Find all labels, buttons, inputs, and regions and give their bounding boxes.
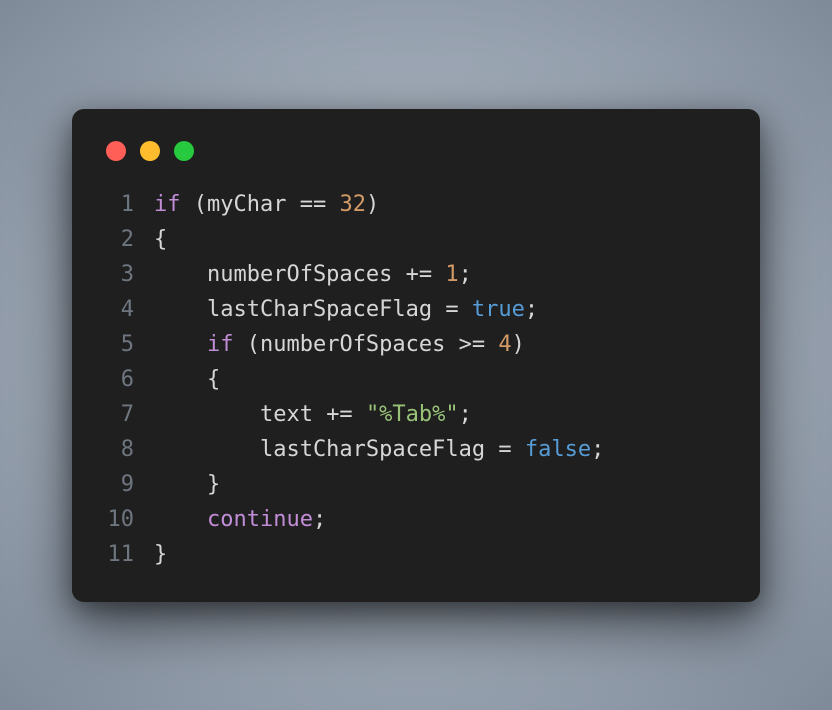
code-line: 8 lastCharSpaceFlag = false; bbox=[102, 432, 730, 467]
code-line: 5 if (numberOfSpaces >= 4) bbox=[102, 327, 730, 362]
code-token: if bbox=[154, 192, 181, 217]
line-number: 8 bbox=[102, 432, 154, 467]
code-line: 2{ bbox=[102, 222, 730, 257]
line-number: 1 bbox=[102, 187, 154, 222]
minimize-icon[interactable] bbox=[140, 141, 160, 161]
line-content: if (numberOfSpaces >= 4) bbox=[154, 327, 730, 362]
line-content: lastCharSpaceFlag = false; bbox=[154, 432, 730, 467]
code-token: continue bbox=[207, 507, 313, 532]
code-token: += bbox=[326, 402, 353, 427]
line-content: } bbox=[154, 537, 730, 572]
code-token: ) bbox=[512, 332, 525, 357]
code-token bbox=[512, 437, 525, 462]
code-token bbox=[154, 507, 207, 532]
code-token: 1 bbox=[445, 262, 458, 287]
code-token: { bbox=[154, 367, 220, 392]
code-token: (myChar bbox=[181, 192, 300, 217]
code-token: = bbox=[498, 437, 511, 462]
code-token: ; bbox=[459, 262, 472, 287]
code-token: ; bbox=[525, 297, 538, 322]
code-line: 9 } bbox=[102, 467, 730, 502]
code-token bbox=[459, 297, 472, 322]
code-token: true bbox=[472, 297, 525, 322]
code-line: 1if (myChar == 32) bbox=[102, 187, 730, 222]
code-token: { bbox=[154, 227, 167, 252]
code-token: 4 bbox=[498, 332, 511, 357]
code-line: 6 { bbox=[102, 362, 730, 397]
line-number: 3 bbox=[102, 257, 154, 292]
code-block: 1if (myChar == 32)2{3 numberOfSpaces += … bbox=[102, 187, 730, 572]
code-line: 3 numberOfSpaces += 1; bbox=[102, 257, 730, 292]
code-token bbox=[154, 332, 207, 357]
code-token: lastCharSpaceFlag bbox=[154, 437, 498, 462]
code-line: 7 text += "%Tab%"; bbox=[102, 397, 730, 432]
code-token: } bbox=[154, 542, 167, 567]
code-token: false bbox=[525, 437, 591, 462]
code-token: numberOfSpaces bbox=[154, 262, 406, 287]
code-line: 4 lastCharSpaceFlag = true; bbox=[102, 292, 730, 327]
line-number: 4 bbox=[102, 292, 154, 327]
code-token: text bbox=[154, 402, 326, 427]
line-number: 9 bbox=[102, 467, 154, 502]
code-window: 1if (myChar == 32)2{3 numberOfSpaces += … bbox=[72, 109, 760, 602]
code-token: 32 bbox=[339, 192, 366, 217]
line-content: if (myChar == 32) bbox=[154, 187, 730, 222]
code-token: = bbox=[445, 297, 458, 322]
code-line: 10 continue; bbox=[102, 502, 730, 537]
line-content: lastCharSpaceFlag = true; bbox=[154, 292, 730, 327]
code-token: ) bbox=[366, 192, 379, 217]
code-token bbox=[326, 192, 339, 217]
line-number: 10 bbox=[102, 502, 154, 537]
line-number: 7 bbox=[102, 397, 154, 432]
line-number: 6 bbox=[102, 362, 154, 397]
line-content: text += "%Tab%"; bbox=[154, 397, 730, 432]
code-token: if bbox=[207, 332, 234, 357]
code-token: >= bbox=[459, 332, 486, 357]
line-content: } bbox=[154, 467, 730, 502]
code-line: 11} bbox=[102, 537, 730, 572]
line-content: continue; bbox=[154, 502, 730, 537]
line-number: 2 bbox=[102, 222, 154, 257]
line-content: { bbox=[154, 222, 730, 257]
code-token: } bbox=[154, 472, 220, 497]
line-number: 11 bbox=[102, 537, 154, 572]
code-token: += bbox=[406, 262, 433, 287]
code-token: == bbox=[300, 192, 327, 217]
line-content: { bbox=[154, 362, 730, 397]
close-icon[interactable] bbox=[106, 141, 126, 161]
code-token: ; bbox=[591, 437, 604, 462]
code-token bbox=[485, 332, 498, 357]
line-content: numberOfSpaces += 1; bbox=[154, 257, 730, 292]
code-token: ; bbox=[313, 507, 326, 532]
code-token: lastCharSpaceFlag bbox=[154, 297, 445, 322]
code-token: ; bbox=[459, 402, 472, 427]
code-token bbox=[432, 262, 445, 287]
code-token: (numberOfSpaces bbox=[233, 332, 458, 357]
window-titlebar bbox=[102, 135, 730, 187]
code-token bbox=[353, 402, 366, 427]
maximize-icon[interactable] bbox=[174, 141, 194, 161]
code-token: "%Tab%" bbox=[366, 402, 459, 427]
line-number: 5 bbox=[102, 327, 154, 362]
